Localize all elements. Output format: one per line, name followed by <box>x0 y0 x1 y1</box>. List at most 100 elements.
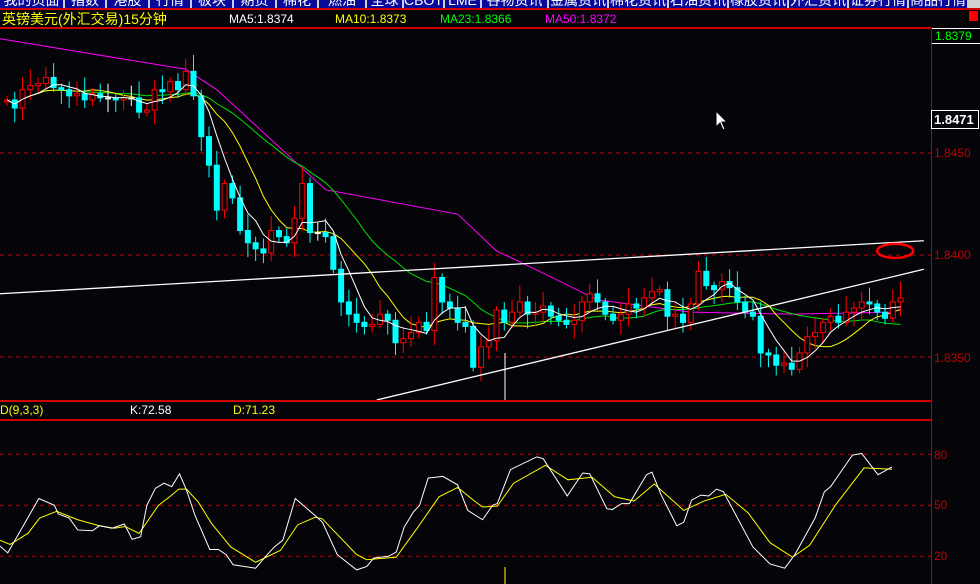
candle-down <box>501 309 508 323</box>
candle-up <box>656 289 663 293</box>
kd-tick: 50 <box>934 498 948 512</box>
candle-down <box>594 293 601 303</box>
candle-up <box>369 323 376 327</box>
ma50-line <box>0 38 893 315</box>
candle-down <box>206 136 213 166</box>
annotation-ellipse <box>875 242 915 260</box>
candle-up <box>477 346 484 368</box>
candle-down <box>213 164 220 211</box>
candle-down <box>237 197 244 232</box>
candle-down <box>198 95 205 138</box>
price-tick: 1.8400 <box>934 248 971 262</box>
price-chart[interactable] <box>0 0 980 584</box>
candle-down <box>454 307 461 323</box>
kd-header: D(9,3,3) K:72.58 D:71.23 <box>0 401 931 419</box>
candle-up <box>586 293 593 303</box>
kd-indicator-name[interactable]: D(9,3,3) <box>0 401 43 419</box>
candle-down <box>882 311 889 319</box>
candle-up <box>571 319 578 325</box>
candle-up <box>299 183 306 219</box>
candle-down <box>470 325 477 368</box>
trendline <box>376 268 925 401</box>
candle-up <box>400 338 407 344</box>
candle-down <box>773 354 780 366</box>
candle-up <box>625 303 632 315</box>
kd-tick: 80 <box>934 448 948 462</box>
candle-down <box>749 311 756 317</box>
candle-up <box>687 303 694 323</box>
d-line <box>0 464 893 563</box>
candle-down <box>703 270 710 287</box>
candle-up <box>889 301 896 319</box>
trendline <box>0 240 924 295</box>
price-tick: 1.8450 <box>934 146 971 160</box>
candle-down <box>788 362 795 370</box>
candle-down <box>105 97 112 100</box>
candle-down <box>664 289 671 317</box>
candle-up <box>672 313 679 317</box>
candle-down <box>765 352 772 356</box>
candle-up <box>291 217 298 244</box>
candle-up <box>578 301 585 321</box>
candle-down <box>81 93 88 101</box>
candle-up <box>485 340 492 348</box>
candle-down <box>563 319 570 325</box>
candle-down <box>66 89 73 97</box>
candle-up <box>143 109 150 113</box>
candle-up <box>408 332 415 340</box>
kd-tick: 20 <box>934 549 948 563</box>
candle-up <box>827 315 834 323</box>
candle-up <box>819 321 826 334</box>
candle-up <box>617 313 624 321</box>
candle-up <box>897 297 904 303</box>
candle-up <box>73 93 80 97</box>
candle-down <box>361 321 368 327</box>
candle-up <box>167 81 174 93</box>
candle-down <box>392 319 399 344</box>
candle-down <box>260 248 267 254</box>
candle-down <box>275 230 282 238</box>
candle-up <box>695 270 702 305</box>
ma23-line <box>6 89 901 325</box>
candle-down <box>229 183 236 199</box>
candle-down <box>757 315 764 354</box>
candle-down <box>610 313 617 321</box>
candle-up <box>509 311 516 323</box>
candle-up <box>27 85 34 91</box>
price-tick: 1.8350 <box>934 351 971 365</box>
candle-up <box>781 362 787 366</box>
candle-down <box>602 301 609 315</box>
candle-up <box>120 97 127 101</box>
mouse-cursor-icon <box>715 109 729 131</box>
candle-down <box>555 315 562 321</box>
candle-down <box>633 303 640 309</box>
candle-down <box>446 301 453 309</box>
candle-down <box>252 242 259 250</box>
candle-down <box>58 87 65 91</box>
last-price-label: 1.8379 <box>932 28 980 44</box>
candle-down <box>679 313 686 323</box>
candle-down <box>439 276 446 303</box>
candle-down <box>159 89 166 93</box>
candle-up <box>42 76 49 85</box>
candle-down <box>835 315 842 323</box>
candle-up <box>850 307 857 313</box>
candle-up <box>812 332 819 338</box>
k-line <box>0 452 893 571</box>
candle-down <box>314 232 321 235</box>
candle-up <box>641 297 648 309</box>
candle-up <box>35 83 42 87</box>
candle-down <box>322 232 329 238</box>
candle-down <box>307 183 314 234</box>
candle-down <box>462 321 469 327</box>
candle-down <box>345 301 352 315</box>
candle-up <box>858 301 865 309</box>
candle-up <box>221 183 228 211</box>
candle-down <box>244 230 251 244</box>
candle-down <box>742 301 749 313</box>
d-value: D:71.23 <box>233 403 276 417</box>
divider <box>0 419 931 421</box>
k-value: K:72.58 <box>130 403 172 417</box>
candle-down <box>384 313 391 321</box>
candle-down <box>174 81 181 91</box>
